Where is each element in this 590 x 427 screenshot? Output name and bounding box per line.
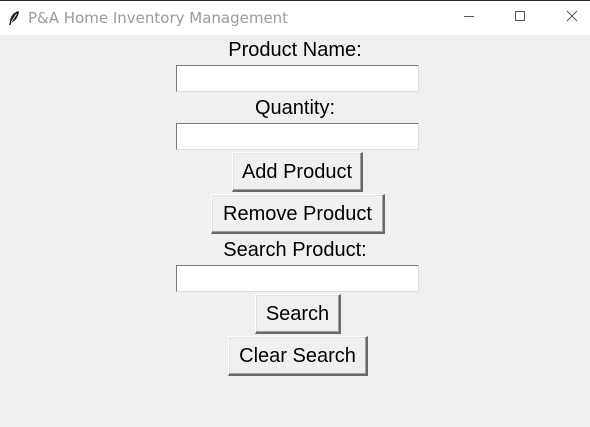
quantity-input[interactable] [176, 123, 419, 150]
quantity-label: Quantity: [254, 97, 336, 119]
maximize-button[interactable] [497, 1, 543, 35]
search-input[interactable] [176, 265, 419, 292]
minimize-button[interactable] [446, 1, 492, 35]
search-product-label: Search Product: [223, 239, 367, 261]
maximize-icon [514, 9, 526, 27]
feather-icon [7, 10, 21, 26]
remove-product-button[interactable]: Remove Product [211, 194, 385, 234]
product-name-label: Product Name: [228, 39, 362, 61]
product-name-input[interactable] [176, 65, 419, 92]
close-icon [566, 9, 578, 27]
close-button[interactable] [549, 1, 590, 35]
clear-search-button[interactable]: Clear Search [228, 336, 368, 376]
main-form: Product Name: Quantity: Add Product Remo… [0, 35, 590, 427]
window-title: P&A Home Inventory Management [28, 9, 289, 27]
add-product-button[interactable]: Add Product [232, 152, 363, 192]
app-window: P&A Home Inventory Management Product Na… [0, 0, 590, 427]
minimize-icon [463, 9, 475, 27]
title-bar[interactable]: P&A Home Inventory Management [0, 0, 590, 35]
search-button[interactable]: Search [255, 294, 341, 334]
